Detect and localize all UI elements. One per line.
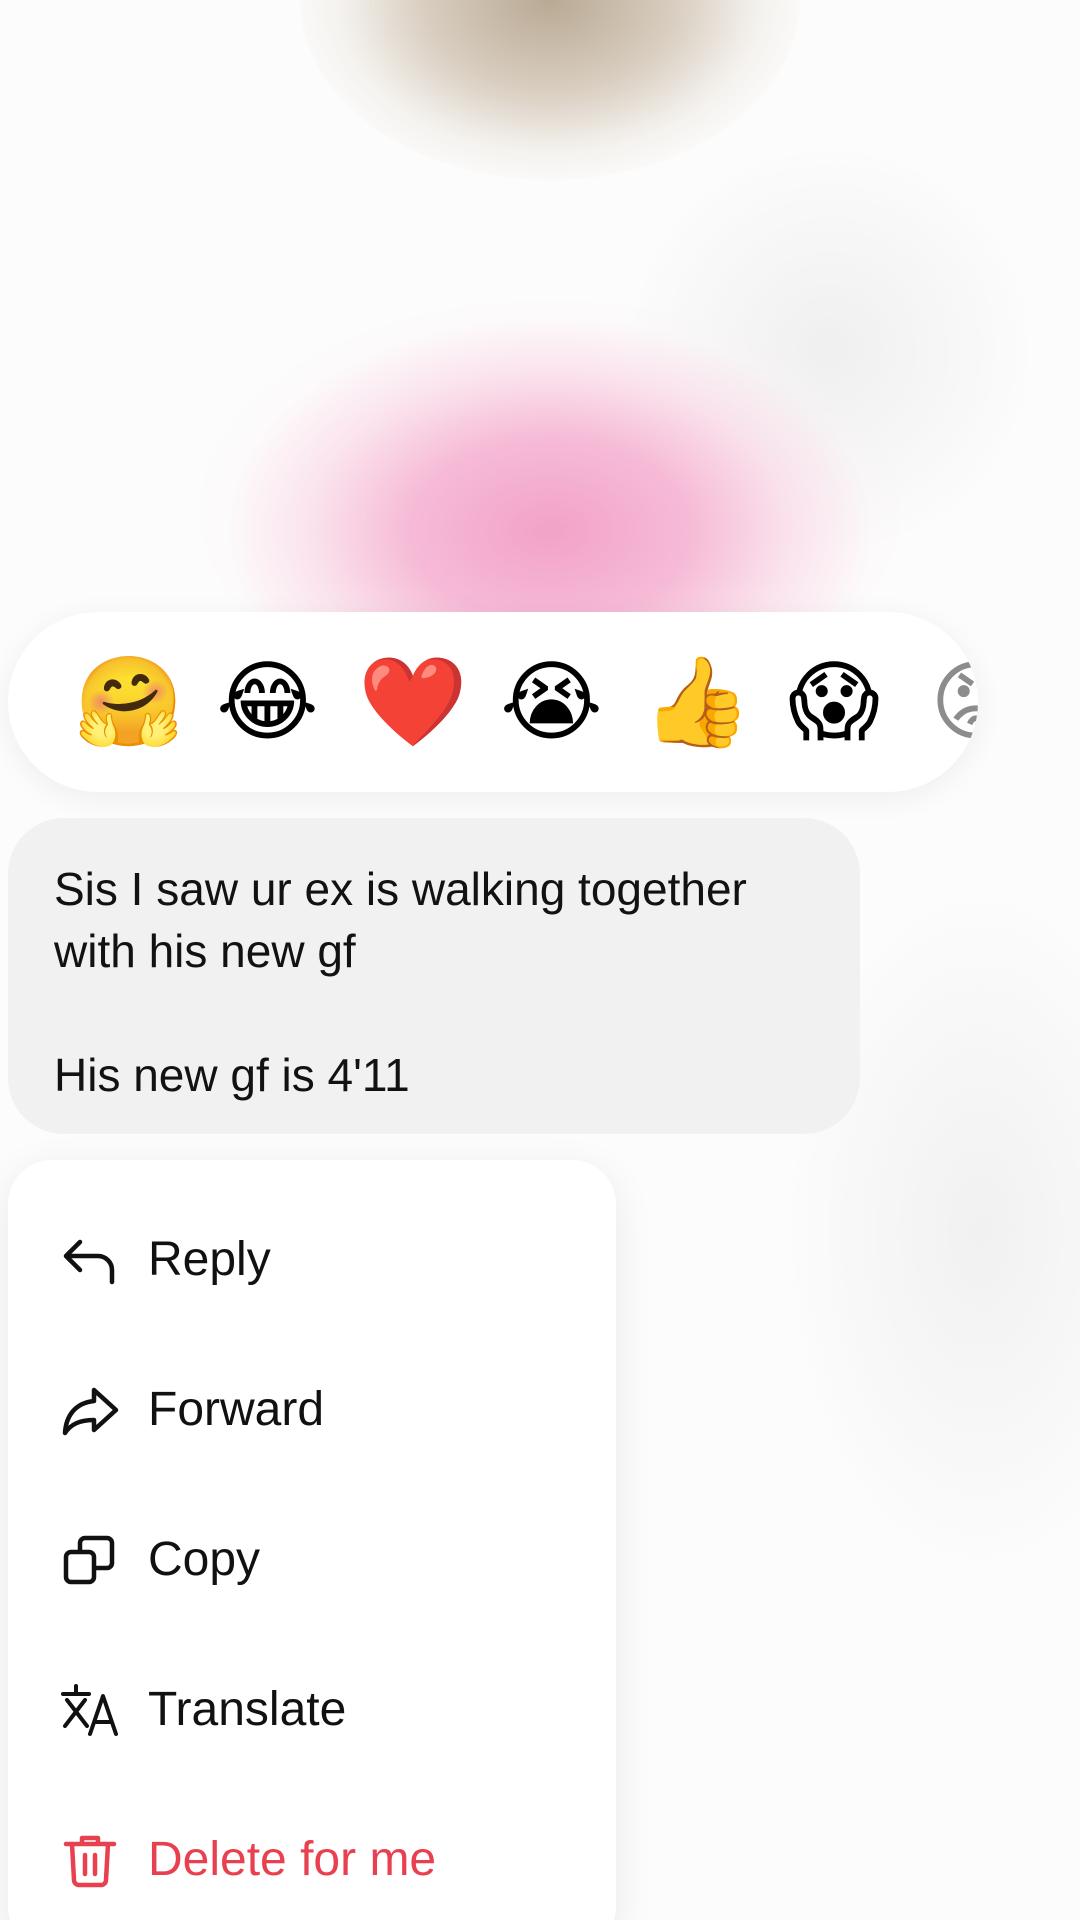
message-context-menu: Reply Forward Copy Translate Delete for … — [8, 1160, 616, 1920]
copy-menu-item[interactable]: Copy — [8, 1500, 616, 1620]
message-bubble: Sis I saw ur ex is walking together with… — [8, 818, 860, 1134]
reaction-thumbs-up[interactable]: 👍 — [642, 652, 752, 752]
reaction-loudly-crying[interactable]: 😭 — [500, 652, 603, 752]
forward-menu-item[interactable]: Forward — [8, 1350, 616, 1470]
delete-for-me-menu-item[interactable]: Delete for me — [8, 1800, 616, 1920]
translate-label: Translate — [148, 1683, 347, 1736]
reaction-hugging-face[interactable]: 🤗 — [74, 652, 184, 752]
copy-icon — [63, 1535, 115, 1585]
translate-menu-item[interactable]: Translate — [8, 1650, 616, 1770]
message-context-screen: 🤗 😂 ❤️ 😭 👍 😱 😡 Sis I saw ur ex is walkin… — [0, 0, 1080, 1920]
forward-label: Forward — [148, 1383, 325, 1436]
reply-arrow-icon — [63, 1239, 115, 1285]
reaction-red-heart[interactable]: ❤️ — [358, 652, 468, 752]
reaction-picker: 🤗 😂 ❤️ 😭 👍 😱 😡 — [8, 612, 978, 792]
blurred-photo-top — [300, 0, 800, 180]
reply-label: Reply — [148, 1233, 271, 1286]
trash-icon — [63, 1835, 117, 1888]
translate-icon — [61, 1684, 118, 1736]
reaction-tears-of-joy[interactable]: 😂 — [216, 652, 319, 752]
reaction-angry-face[interactable]: 😡 — [926, 652, 978, 752]
message-line-2: His new gf is 4'11 — [54, 1049, 410, 1101]
reply-menu-item[interactable]: Reply — [8, 1200, 616, 1320]
forward-arrow-icon — [62, 1387, 119, 1436]
message-line-1: Sis I saw ur ex is walking together with… — [54, 863, 747, 977]
delete-for-me-label: Delete for me — [148, 1833, 437, 1886]
message-text: Sis I saw ur ex is walking together with… — [54, 858, 834, 1106]
reaction-screaming[interactable]: 😱 — [784, 652, 884, 752]
copy-label: Copy — [148, 1533, 261, 1586]
